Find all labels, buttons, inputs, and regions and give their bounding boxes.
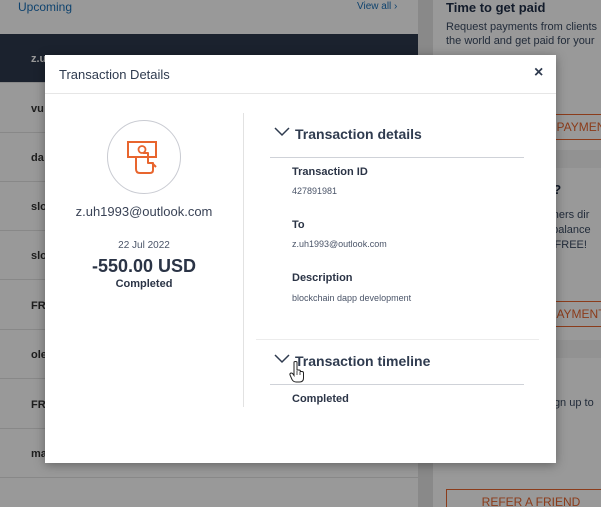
transaction-date: 22 Jul 2022 xyxy=(118,240,170,251)
field-label: Transaction ID xyxy=(292,166,368,178)
field-label: Description xyxy=(292,272,353,284)
modal-title: Transaction Details xyxy=(59,67,170,82)
column-divider xyxy=(243,113,244,407)
recipient-email: z.uh1993@outlook.com xyxy=(75,204,213,219)
modal-header: Transaction Details × xyxy=(45,55,556,94)
close-icon[interactable]: × xyxy=(534,65,548,81)
chevron-down-icon xyxy=(274,354,290,364)
transaction-details-modal: Transaction Details × z.uh1993@outlook.c… xyxy=(45,55,556,463)
section-rule xyxy=(270,384,524,385)
hand-pointer-icon xyxy=(289,361,304,383)
transaction-summary: z.uh1993@outlook.com 22 Jul 2022 -550.00… xyxy=(45,95,243,415)
recipient-value: z.uh1993@outlook.com xyxy=(292,239,387,249)
field-label: To xyxy=(292,219,305,231)
transaction-amount: -550.00 USD xyxy=(91,256,197,276)
timeline-status: Completed xyxy=(292,393,349,405)
money-send-icon xyxy=(127,141,157,174)
chevron-down-icon xyxy=(274,127,290,137)
section-heading: Transaction details xyxy=(295,126,422,142)
transaction-id-value: 427891981 xyxy=(292,186,338,196)
section-rule xyxy=(270,157,524,158)
section-heading: Transaction timeline xyxy=(295,353,431,369)
description-value: blockchain dapp development xyxy=(292,293,412,303)
transaction-status: Completed xyxy=(115,278,173,290)
section-divider xyxy=(256,339,539,340)
avatar xyxy=(107,120,181,194)
